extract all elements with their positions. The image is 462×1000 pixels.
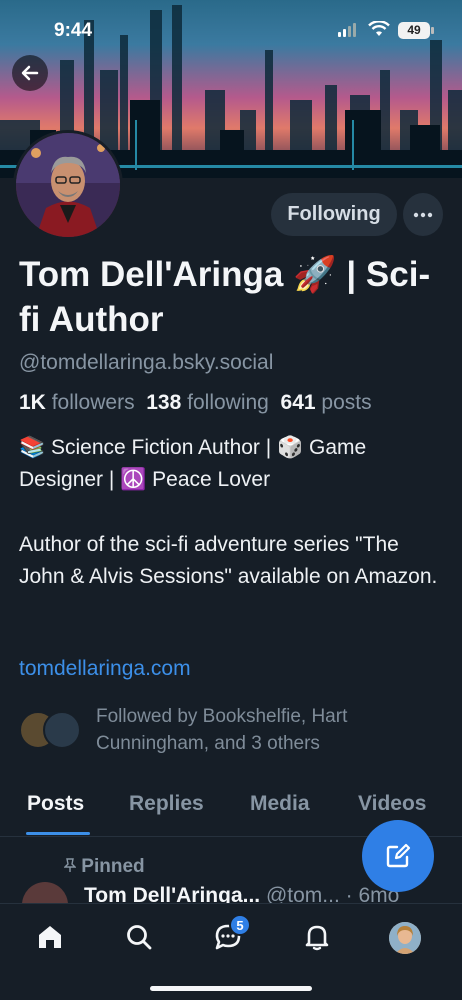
followed-by-avatars[interactable] — [19, 711, 85, 751]
status-time: 9:44 — [54, 20, 93, 41]
tab-media[interactable]: Media — [250, 792, 310, 816]
avatar-photo — [16, 133, 120, 237]
nav-home[interactable] — [33, 920, 67, 954]
following-stat[interactable]: 138 following — [146, 391, 269, 414]
arrow-left-icon — [21, 65, 39, 81]
nav-profile-avatar[interactable] — [389, 922, 421, 954]
posts-count: 641 — [280, 391, 316, 414]
pinned-text: Pinned — [81, 856, 145, 877]
profile-stats: 1K followers 138 following 641 posts — [19, 391, 372, 415]
display-name: Tom Dell'Aringa 🚀 | Sci-fi Author — [19, 255, 431, 339]
home-icon — [39, 926, 61, 948]
compose-button[interactable] — [362, 820, 434, 892]
bell-icon — [305, 925, 329, 951]
pinned-label: Pinned — [63, 856, 145, 878]
following-label: following — [187, 391, 269, 414]
battery-tip — [431, 27, 434, 34]
tab-replies[interactable]: Replies — [129, 792, 204, 816]
tab-posts[interactable]: Posts — [27, 792, 84, 816]
followed-by-text[interactable]: Followed by Bookshelfie, Hart Cunningham… — [96, 703, 426, 757]
active-tab-indicator — [26, 832, 90, 835]
status-bar: 9:44 49 — [0, 0, 462, 60]
ellipsis-icon — [413, 212, 433, 217]
pin-icon — [63, 858, 77, 872]
user-avatar-photo — [389, 922, 421, 954]
wifi-icon — [368, 21, 390, 36]
profile-avatar[interactable] — [13, 130, 123, 240]
nav-search[interactable] — [122, 920, 156, 954]
posts-stat: 641 posts — [281, 391, 372, 414]
bio-line-2: Author of the sci-fi adventure series "T… — [19, 533, 438, 588]
followers-stat[interactable]: 1K followers — [19, 391, 135, 414]
bio-line-1: 📚 Science Fiction Author | 🎲 Game Design… — [19, 436, 367, 491]
chat-unread-badge: 5 — [229, 914, 251, 936]
compose-icon — [386, 843, 411, 868]
profile-handle: @tomdellaringa.bsky.social — [19, 351, 274, 374]
bottom-navigation: 5 — [0, 903, 462, 1000]
followers-label: followers — [51, 391, 135, 414]
following-button[interactable]: Following — [271, 193, 397, 236]
back-button[interactable] — [12, 55, 48, 91]
more-options-button[interactable] — [403, 193, 443, 236]
website-link[interactable]: tomdellaringa.com — [19, 657, 191, 681]
cellular-signal-icon — [338, 23, 356, 37]
home-indicator — [150, 986, 312, 991]
search-icon — [127, 925, 152, 950]
nav-notifications[interactable] — [300, 920, 334, 954]
following-count: 138 — [146, 391, 182, 414]
battery-indicator: 49 — [398, 22, 430, 39]
follower-avatar — [43, 711, 81, 749]
tab-videos[interactable]: Videos — [358, 792, 426, 816]
posts-label: posts — [321, 391, 372, 414]
followers-count: 1K — [19, 391, 46, 414]
